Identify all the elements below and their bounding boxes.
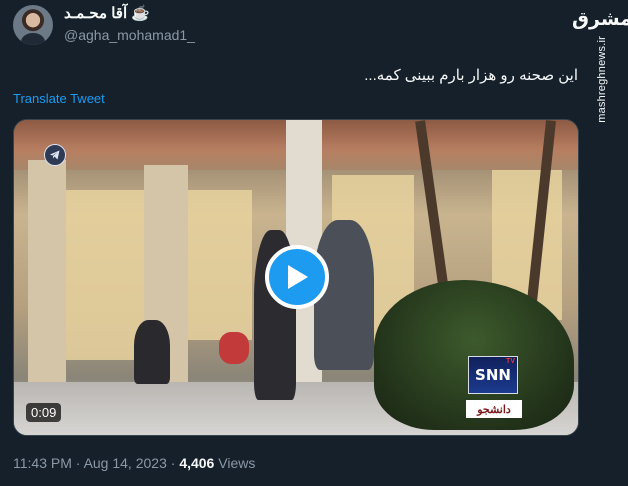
- meta-separator: ·: [71, 455, 84, 471]
- play-icon: [288, 265, 308, 289]
- snn-subtitle-badge: دانشجو: [466, 400, 522, 418]
- video-player[interactable]: TV SNN دانشجو 0:09: [13, 119, 579, 436]
- meta-separator: ·: [166, 455, 180, 471]
- views-count: 4,406: [179, 455, 215, 471]
- snn-channel-logo: TV SNN: [468, 356, 518, 394]
- telegram-icon: [44, 144, 66, 166]
- tweet-date[interactable]: Aug 14, 2023: [84, 455, 167, 471]
- author-display-name[interactable]: ☕ آقا محـمـد: [64, 4, 150, 22]
- tweet-text: این صحنه رو هزار بارم ببینی کمه...: [364, 67, 578, 84]
- views-label: Views: [214, 455, 256, 471]
- tweet-time[interactable]: 11:43 PM: [13, 455, 72, 471]
- snn-tv-label: TV: [506, 358, 515, 365]
- translate-tweet-link[interactable]: Translate Tweet: [13, 91, 105, 106]
- snn-logo-text: SNN: [475, 366, 511, 384]
- author-handle[interactable]: @agha_mohamad1_: [64, 27, 195, 43]
- watermark-logo: مشرق: [572, 8, 628, 30]
- mashregh-watermark: مشرق mashreghnews.ir: [572, 0, 628, 140]
- play-button[interactable]: [265, 245, 329, 309]
- tweet-metadata: 11:43 PM · Aug 14, 2023 · 4,406 Views: [13, 455, 255, 471]
- video-duration-badge: 0:09: [26, 403, 62, 422]
- avatar[interactable]: [13, 5, 53, 45]
- watermark-url: mashreghnews.ir: [596, 36, 608, 123]
